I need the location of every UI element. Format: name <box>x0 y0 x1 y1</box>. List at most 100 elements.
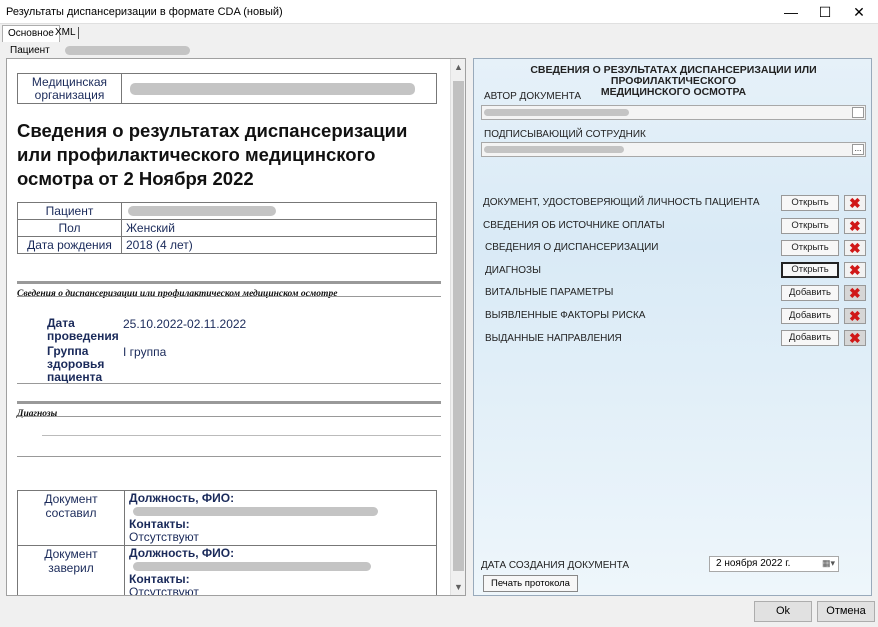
patient-row-label: Пациент <box>17 202 122 220</box>
date-label-line1: Дата <box>47 316 75 330</box>
patient-value-redacted <box>128 206 276 216</box>
composed-label: Документ составил <box>17 490 125 546</box>
separator-line <box>17 383 441 384</box>
composed-position-label: Должность, ФИО: <box>129 491 235 505</box>
maximize-button[interactable]: ☐ <box>808 0 842 24</box>
diagnoses-underline <box>17 416 441 417</box>
author-label: АВТОР ДОКУМЕНТА <box>484 91 582 102</box>
group-label-line3: пациента <box>47 370 103 384</box>
patient-label: Пациент <box>10 45 50 56</box>
row-label-exam-info: СВЕДЕНИЯ О ДИСПАНСЕРИЗАЦИИ <box>485 242 659 253</box>
delete-identity-doc-button[interactable]: ✖ <box>844 195 866 211</box>
health-group-value: I группа <box>123 345 167 359</box>
certified-position-label: Должность, ФИО: <box>129 546 235 560</box>
date-value: 25.10.2022-02.11.2022 <box>123 317 247 331</box>
certified-name-redacted <box>133 562 371 571</box>
tab-divider <box>78 27 79 39</box>
creation-date-label: ДАТА СОЗДАНИЯ ДОКУМЕНТА <box>481 560 630 571</box>
patient-row-value <box>121 202 437 220</box>
sections-panel: СВЕДЕНИЯ О РЕЗУЛЬТАТАХ ДИСПАНСЕРИЗАЦИИ И… <box>473 58 872 596</box>
ok-button[interactable]: Ok <box>754 601 812 622</box>
org-label-line1: Медицинская <box>31 74 108 89</box>
signer-browse-button[interactable]: ... <box>852 144 864 155</box>
row-label-vitals: ВИТАЛЬНЫЕ ПАРАМЕТРЫ <box>485 287 614 298</box>
composed-contacts-value: Отсутствуют <box>129 530 199 544</box>
signatures-table: Документ составил Должность, ФИО: Контак… <box>17 490 437 596</box>
signer-field[interactable]: ... <box>481 142 866 157</box>
diagnoses-line-1 <box>42 435 441 436</box>
row-label-referrals: ВЫДАННЫЕ НАПРАВЛЕНИЯ <box>485 333 622 344</box>
delete-exam-info-button[interactable]: ✖ <box>844 240 866 256</box>
dob-label: Дата рождения <box>17 236 122 254</box>
org-label: Медицинская организация <box>17 73 122 104</box>
tab-xml[interactable]: XML <box>50 25 81 42</box>
scroll-thumb[interactable] <box>453 81 464 571</box>
delete-x-icon: ✖ <box>849 195 861 211</box>
certified-contacts-value: Отсутствуют <box>129 585 199 596</box>
open-identity-doc-button[interactable]: Открыть <box>781 195 839 211</box>
author-redacted <box>484 109 629 116</box>
panel-heading-line2: МЕДИЦИНСКОГО ОСМОТРА <box>600 86 747 98</box>
composed-value: Должность, ФИО: Контакты: Отсутствуют <box>124 490 437 546</box>
delete-x-icon: ✖ <box>849 330 861 346</box>
creation-date-picker[interactable]: 2 ноября 2022 г. ▦▾ <box>709 556 839 572</box>
diagnoses-line-2 <box>17 456 441 457</box>
author-field[interactable] <box>481 105 866 120</box>
document-view[interactable]: Медицинская организация Сведения о резул… <box>6 58 466 596</box>
open-payment-source-button[interactable]: Открыть <box>781 218 839 234</box>
title-bar: Результаты диспансеризации в формате CDA… <box>0 0 878 24</box>
row-label-identity-doc: ДОКУМЕНТ, УДОСТОВЕРЯЮЩИЙ ЛИЧНОСТЬ ПАЦИЕН… <box>483 197 760 208</box>
creation-date-value: 2 ноября 2022 г. <box>716 558 791 569</box>
calendar-dropdown-icon[interactable]: ▦▾ <box>822 558 835 569</box>
composed-name-redacted <box>133 507 378 516</box>
panel-heading-line1: СВЕДЕНИЯ О РЕЗУЛЬТАТАХ ДИСПАНСЕРИЗАЦИИ И… <box>530 64 817 87</box>
row-label-payment-source: СВЕДЕНИЯ ОБ ИСТОЧНИКЕ ОПЛАТЫ <box>483 220 665 231</box>
section-exam-underline <box>17 296 441 297</box>
certified-contacts-label: Контакты: <box>129 572 190 586</box>
group-label-line1: Группа <box>47 344 89 358</box>
open-exam-info-button[interactable]: Открыть <box>781 240 839 256</box>
close-button[interactable]: ✕ <box>842 0 876 24</box>
minimize-button[interactable]: — <box>774 0 808 24</box>
delete-x-icon: ✖ <box>849 218 861 234</box>
add-referrals-button[interactable]: Добавить <box>781 330 839 346</box>
scroll-down-icon[interactable]: ▼ <box>451 582 465 592</box>
add-vitals-button[interactable]: Добавить <box>781 285 839 301</box>
health-group-label: Группа здоровья пациента <box>47 345 104 384</box>
patient-bar: Пациент <box>0 43 878 57</box>
delete-x-icon: ✖ <box>849 240 861 256</box>
date-label-line2: проведения <box>47 329 119 343</box>
certified-value: Должность, ФИО: Контакты: Отсутствуют <box>124 545 437 596</box>
patient-table: Пациент Пол Женский Дата рождения 2018 (… <box>17 202 437 254</box>
signer-label: ПОДПИСЫВАЮЩИЙ СОТРУДНИК <box>484 129 646 140</box>
signer-redacted <box>484 146 624 153</box>
document-scrollbar[interactable]: ▲ ▼ <box>450 59 465 595</box>
certified-label: Документ заверил <box>17 545 125 595</box>
group-label-line2: здоровья <box>47 357 105 371</box>
print-protocol-button[interactable]: Печать протокола <box>483 575 578 592</box>
sex-value: Женский <box>121 219 437 237</box>
open-diagnoses-button[interactable]: Открыть <box>781 262 839 278</box>
author-browse-button[interactable] <box>852 107 864 118</box>
document-title: Сведения о результатах диспансеризации и… <box>17 120 408 189</box>
org-table: Медицинская организация <box>17 73 437 104</box>
delete-payment-source-button[interactable]: ✖ <box>844 218 866 234</box>
delete-vitals-button[interactable]: ✖ <box>844 285 866 301</box>
delete-referrals-button[interactable]: ✖ <box>844 330 866 346</box>
composed-contacts-label: Контакты: <box>129 517 190 531</box>
row-label-risk-factors: ВЫЯВЛЕННЫЕ ФАКТОРЫ РИСКА <box>485 310 646 321</box>
scroll-up-icon[interactable]: ▲ <box>451 62 465 72</box>
delete-x-icon: ✖ <box>849 262 861 278</box>
delete-risk-factors-button[interactable]: ✖ <box>844 308 866 324</box>
delete-x-icon: ✖ <box>849 308 861 324</box>
add-risk-factors-button[interactable]: Добавить <box>781 308 839 324</box>
window-title: Результаты диспансеризации в формате CDA… <box>6 6 283 18</box>
patient-name-redacted <box>65 46 190 55</box>
org-name-redacted <box>130 83 415 95</box>
org-value <box>121 73 437 104</box>
sex-label: Пол <box>17 219 122 237</box>
delete-diagnoses-button[interactable]: ✖ <box>844 262 866 278</box>
cancel-button[interactable]: Отмена <box>817 601 875 622</box>
tab-bar: Основное XML <box>0 24 878 42</box>
date-label: Дата проведения <box>47 317 119 343</box>
